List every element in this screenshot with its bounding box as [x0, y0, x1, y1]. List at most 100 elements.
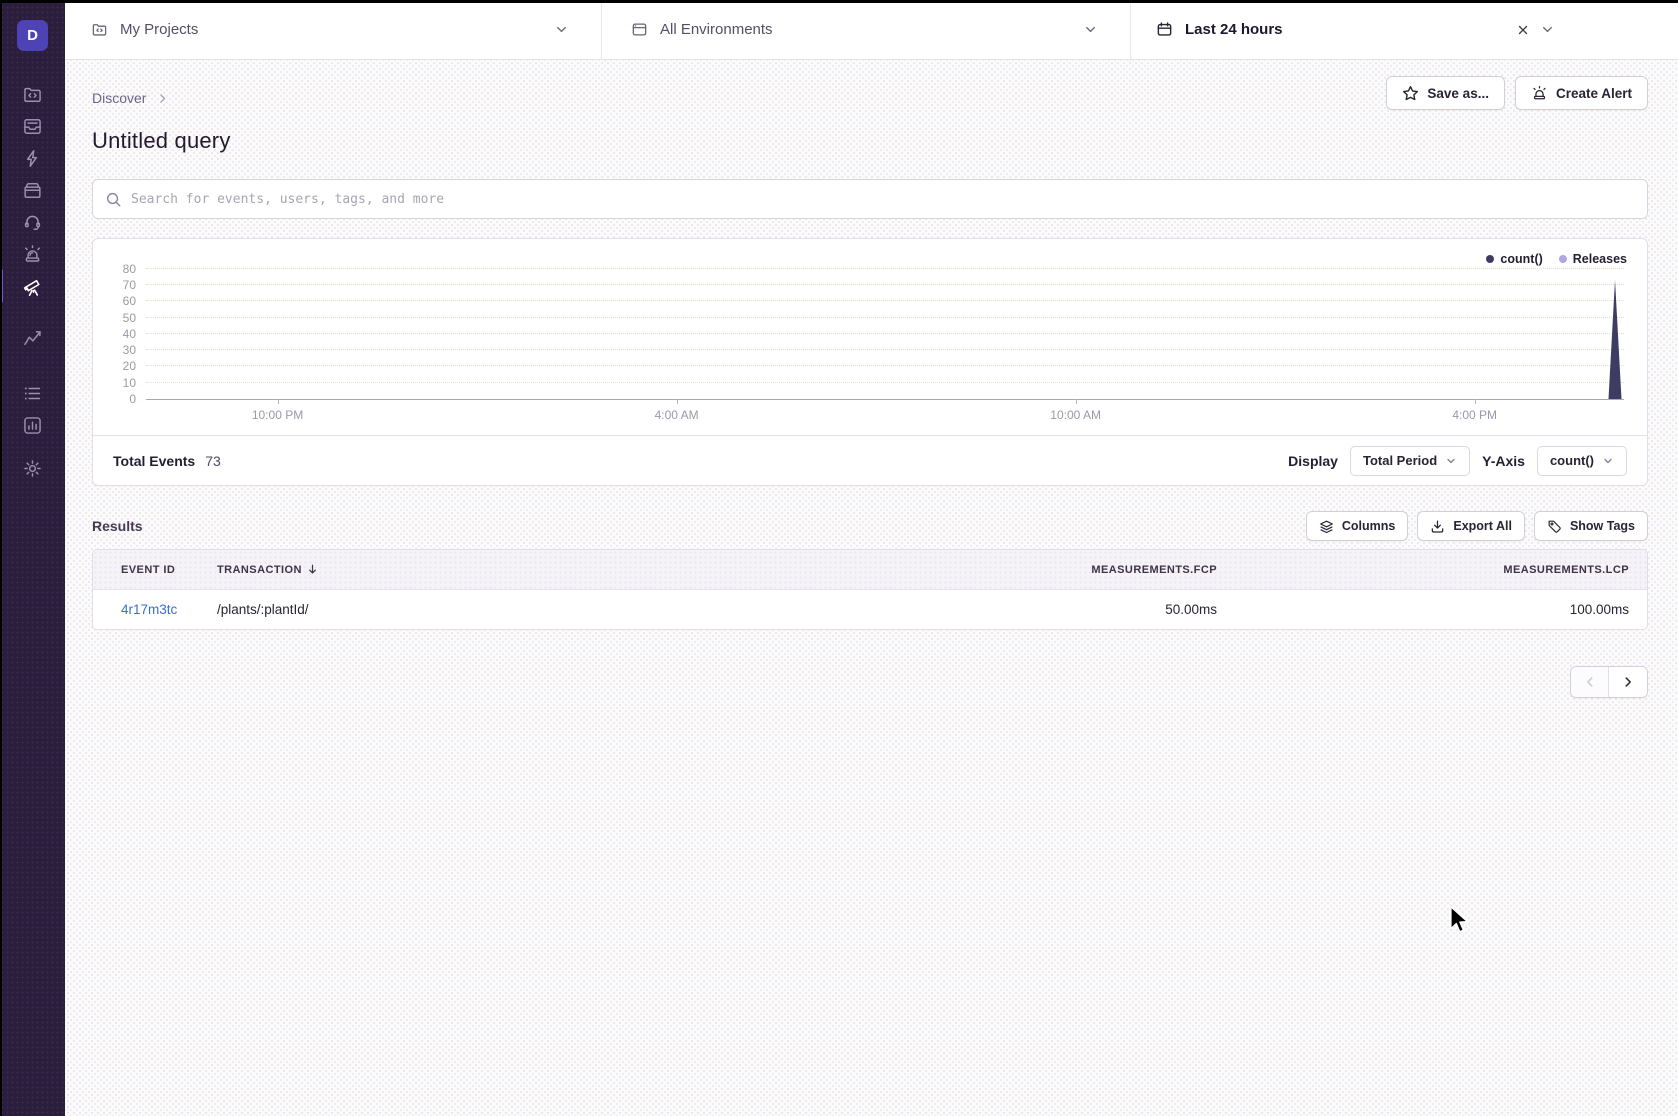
date-range-selector[interactable]: Last 24 hours — [1131, 0, 1678, 59]
count-spike-series — [1608, 280, 1622, 399]
column-header-transaction[interactable]: TRANSACTION — [217, 563, 817, 576]
save-as-button[interactable]: Save as... — [1386, 76, 1505, 110]
previous-page-button[interactable] — [1571, 667, 1609, 697]
x-axis-tick-mark — [677, 399, 678, 404]
issues-icon — [22, 116, 43, 137]
breadcrumb: Discover — [92, 90, 169, 106]
sidebar-item-projects[interactable] — [0, 78, 65, 110]
chart-plot-area[interactable]: 0 10 20 30 40 50 60 70 80 — [146, 252, 1624, 400]
sidebar-item-stats[interactable] — [0, 409, 65, 441]
events-chart-card: count() Releases 0 10 20 30 40 50 60 70 — [92, 238, 1648, 486]
gridline — [146, 268, 1624, 269]
project-selector[interactable]: My Projects — [65, 0, 602, 59]
headset-icon — [22, 212, 43, 233]
gridline — [146, 333, 1624, 334]
display-label: Display — [1288, 453, 1338, 469]
legend-releases-label: Releases — [1573, 252, 1627, 266]
sidebar-nav — [0, 78, 65, 484]
cell-measurements-lcp: 100.00ms — [1217, 602, 1629, 617]
legend-count[interactable]: count() — [1486, 252, 1542, 266]
columns-label: Columns — [1342, 519, 1395, 533]
gridline — [146, 284, 1624, 285]
show-tags-button[interactable]: Show Tags — [1534, 511, 1648, 541]
legend-count-label: count() — [1500, 252, 1542, 266]
gridline — [146, 300, 1624, 301]
sidebar: D — [0, 0, 65, 1116]
next-page-button[interactable] — [1609, 667, 1647, 697]
sidebar-item-issues[interactable] — [0, 110, 65, 142]
main-content: Discover Save as... Create Alert Untitle… — [65, 60, 1678, 1116]
topbar: My Projects All Environments Last 24 hou… — [65, 0, 1678, 60]
project-selector-label: My Projects — [120, 21, 198, 38]
total-events-label: Total Events — [113, 453, 195, 469]
gridline — [146, 382, 1624, 383]
chevron-right-icon — [156, 92, 169, 105]
siren-icon — [22, 244, 43, 265]
x-axis-tick: 4:00 AM — [655, 408, 699, 422]
chart-legend: count() Releases — [1486, 252, 1627, 266]
sidebar-item-user-feedback[interactable] — [0, 206, 65, 238]
count-series-dot — [1486, 255, 1494, 263]
y-axis-select[interactable]: count() — [1537, 446, 1627, 476]
table-header-row: EVENT ID TRANSACTION MEASUREMENTS.FCP ME… — [93, 550, 1647, 590]
y-axis-tick: 50 — [106, 311, 136, 325]
export-all-button[interactable]: Export All — [1417, 511, 1525, 541]
event-id-link[interactable]: 4r17m3tc — [121, 602, 177, 617]
sidebar-item-dashboards[interactable] — [0, 322, 65, 354]
columns-button[interactable]: Columns — [1306, 511, 1408, 541]
x-axis-tick: 10:00 AM — [1050, 408, 1101, 422]
chevron-down-icon — [554, 22, 569, 37]
search-bar[interactable] — [92, 179, 1648, 219]
results-heading: Results — [92, 518, 143, 534]
search-icon — [105, 191, 122, 208]
x-axis-labels: 10:00 PM 4:00 AM 10:00 AM 4:00 PM — [146, 408, 1624, 424]
layers-icon — [1319, 519, 1334, 534]
y-axis-tick: 80 — [106, 262, 136, 276]
package-icon — [22, 180, 43, 201]
cell-event-id: 4r17m3tc — [121, 602, 217, 617]
environment-selector-label: All Environments — [660, 21, 773, 38]
search-input[interactable] — [131, 192, 1635, 207]
line-chart-icon — [22, 328, 43, 349]
x-axis-tick-mark — [278, 399, 279, 404]
sort-descending-icon — [306, 563, 319, 576]
sidebar-item-performance[interactable] — [0, 142, 65, 174]
page-title: Untitled query — [92, 128, 1648, 154]
releases-series-dot — [1559, 255, 1567, 263]
column-header-event-id[interactable]: EVENT ID — [121, 564, 217, 576]
column-header-measurements-fcp[interactable]: MEASUREMENTS.FCP — [817, 564, 1217, 576]
legend-releases[interactable]: Releases — [1559, 252, 1627, 266]
x-axis-tick-mark — [1076, 399, 1077, 404]
export-all-label: Export All — [1453, 519, 1512, 533]
gridline — [146, 365, 1624, 366]
clear-date-icon[interactable] — [1516, 23, 1530, 37]
sidebar-item-discover[interactable] — [0, 270, 65, 302]
sidebar-item-settings[interactable] — [0, 452, 65, 484]
list-icon — [22, 383, 43, 404]
breadcrumb-discover[interactable]: Discover — [92, 90, 146, 106]
y-axis-tick: 0 — [106, 392, 136, 406]
chevron-down-icon[interactable] — [1540, 22, 1555, 37]
screen-edge-top — [0, 0, 1678, 3]
lightning-icon — [22, 148, 43, 169]
display-select[interactable]: Total Period — [1350, 446, 1470, 476]
create-alert-button[interactable]: Create Alert — [1515, 76, 1648, 110]
projects-icon — [22, 84, 43, 105]
sidebar-item-monitors[interactable] — [0, 377, 65, 409]
gridline — [146, 317, 1624, 318]
x-axis-tick: 10:00 PM — [252, 408, 303, 422]
project-icon — [91, 21, 108, 38]
org-avatar[interactable]: D — [17, 20, 48, 51]
gridline — [146, 349, 1624, 350]
display-value: Total Period — [1363, 453, 1437, 468]
telescope-icon — [22, 276, 43, 297]
show-tags-label: Show Tags — [1570, 519, 1635, 533]
gear-icon — [22, 458, 43, 479]
sidebar-item-alerts[interactable] — [0, 238, 65, 270]
column-header-measurements-lcp[interactable]: MEASUREMENTS.LCP — [1217, 564, 1629, 576]
x-axis-tick-mark — [1475, 399, 1476, 404]
chevron-down-icon — [1083, 22, 1098, 37]
environment-selector[interactable]: All Environments — [602, 0, 1131, 59]
sidebar-item-releases[interactable] — [0, 174, 65, 206]
create-alert-label: Create Alert — [1556, 86, 1632, 101]
